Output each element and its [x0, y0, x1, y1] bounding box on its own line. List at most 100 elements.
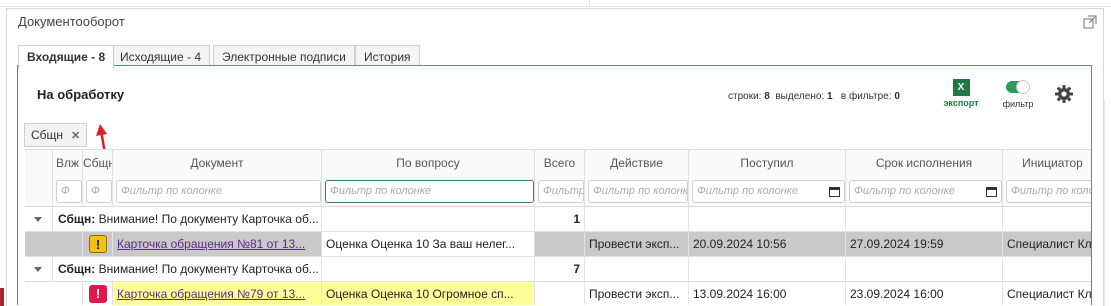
- tab-incoming[interactable]: Входящие - 8: [18, 45, 115, 69]
- panel-title: На обработку: [37, 87, 125, 102]
- close-icon[interactable]: ✕: [71, 130, 80, 142]
- filter-cell-received: Фильтр по колонке: [689, 177, 846, 207]
- grid-stats: строки: 8 выделено: 1 в фильтре: 0: [728, 91, 900, 102]
- filter-cell-question: Фильтр по колонке: [322, 177, 535, 207]
- filter-expander: [25, 177, 53, 207]
- group-row-deadline: [846, 257, 1003, 282]
- document-link-text[interactable]: Карточка обращения №81 от 13...: [117, 237, 305, 251]
- filter-toggle[interactable]: фильтр: [998, 80, 1038, 113]
- group-row-expander[interactable]: [25, 257, 53, 282]
- group-total: 7: [535, 257, 585, 282]
- top-strip: [0, 0, 1111, 7]
- processing-panel: На обработку строки: 8 выделено: 1 в фил…: [17, 65, 1092, 305]
- received-cell[interactable]: 13.09.2024 16:00: [689, 282, 846, 305]
- filter-input-question[interactable]: Фильтр по колонке: [325, 180, 534, 203]
- filter-cell-deadline: Фильтр по колонке: [846, 177, 1003, 207]
- initiator-cell[interactable]: Специалист Кл...: [1003, 282, 1091, 305]
- filter-input-document[interactable]: Фильтр по колонке: [116, 180, 321, 203]
- filter-cell-initiator: Фильтр по колонке: [1003, 177, 1091, 207]
- group-row-question: [322, 257, 535, 282]
- total-cell: [535, 232, 585, 257]
- action-cell[interactable]: Провести эксп...: [585, 282, 689, 305]
- calendar-icon[interactable]: [986, 186, 997, 197]
- document-link[interactable]: Карточка обращения №81 от 13...: [113, 232, 322, 257]
- expand-icon[interactable]: [1083, 15, 1097, 29]
- filtered-label: в фильтре:: [840, 91, 892, 102]
- filter-placeholder: Фильтр по колонке: [854, 185, 956, 197]
- calendar-icon[interactable]: [829, 186, 840, 197]
- group-row-question: [322, 207, 535, 232]
- header-document[interactable]: Документ: [113, 150, 322, 177]
- document-link[interactable]: Карточка обращения №79 от 13...: [113, 282, 322, 305]
- group-chip[interactable]: Сбщн ✕: [24, 123, 88, 147]
- rows-label: строки:: [728, 91, 762, 102]
- total-cell: [535, 282, 585, 305]
- top-strip-segment: [0, 0, 590, 7]
- header-total[interactable]: Всего: [535, 150, 585, 177]
- group-text: Внимание! По документу Карточка об...: [98, 262, 319, 276]
- header-action[interactable]: Действие: [585, 150, 689, 177]
- filter-cell-messages: Ф: [83, 177, 113, 207]
- group-prefix: Сбщн:: [58, 212, 96, 226]
- deadline-cell[interactable]: 27.09.2024 19:59: [846, 232, 1003, 257]
- filter-cell-total: Фильтр по колонке: [535, 177, 585, 207]
- toggle-switch[interactable]: [1006, 80, 1030, 94]
- window-title: Документооборот: [18, 14, 125, 29]
- rows-count: 8: [764, 91, 770, 102]
- filter-cell-document: Фильтр по колонке: [113, 177, 322, 207]
- selected-count: 1: [826, 91, 833, 102]
- header-expander: [25, 150, 53, 177]
- group-row-title: Сбщн: Внимание! По документу Карточка об…: [53, 207, 322, 232]
- action-cell[interactable]: Провести эксп...: [585, 232, 689, 257]
- group-text: Внимание! По документу Карточка об...: [98, 212, 319, 226]
- side-marker: [0, 288, 4, 306]
- filter-input-messages[interactable]: Ф: [86, 180, 112, 203]
- warning-icon[interactable]: !: [89, 235, 107, 253]
- filter-cell-attachments: Ф: [53, 177, 83, 207]
- group-row-expander[interactable]: [25, 207, 53, 232]
- group-total: 1: [535, 207, 585, 232]
- table-row-lead[interactable]: [25, 232, 83, 257]
- filter-input-received[interactable]: Фильтр по колонке: [692, 180, 845, 203]
- header-received[interactable]: Поступил: [689, 150, 846, 177]
- deadline-cell[interactable]: 23.09.2024 16:00: [846, 282, 1003, 305]
- header-initiator[interactable]: Инициатор: [1003, 150, 1091, 177]
- group-prefix: Сбщн:: [58, 262, 96, 276]
- filter-input-initiator[interactable]: Фильтр по колонке: [1006, 180, 1091, 203]
- received-cell[interactable]: 20.09.2024 10:56: [689, 232, 846, 257]
- group-row-deadline: [846, 207, 1003, 232]
- group-row-initiator: [1003, 257, 1091, 282]
- alert-icon[interactable]: !: [89, 285, 107, 303]
- filter-input-total[interactable]: Фильтр по колонке: [538, 180, 584, 203]
- document-link-text[interactable]: Карточка обращения №79 от 13...: [117, 287, 305, 301]
- gear-icon[interactable]: [1054, 84, 1074, 104]
- group-chip-label: Сбщн: [31, 128, 64, 142]
- group-row-initiator: [1003, 207, 1091, 232]
- group-row-action: [585, 207, 689, 232]
- selected-label: выделено:: [775, 91, 825, 102]
- filter-cell-action: Фильтр по колонке: [585, 177, 689, 207]
- vertical-scrollbar[interactable]: [1100, 100, 1108, 306]
- group-row-action: [585, 257, 689, 282]
- question-cell[interactable]: Оценка Оценка 10 За ваш нелег...: [322, 232, 535, 257]
- group-row-received: [689, 257, 846, 282]
- filter-input-action[interactable]: Фильтр по колонке: [588, 180, 688, 203]
- group-row-title: Сбщн: Внимание! По документу Карточка об…: [53, 257, 322, 282]
- filtered-count: 0: [894, 91, 900, 102]
- filter-placeholder: Фильтр по колонке: [697, 185, 799, 197]
- table-row-lead[interactable]: [25, 282, 83, 305]
- initiator-cell[interactable]: Специалист Кл...: [1003, 232, 1091, 257]
- caret-down-icon[interactable]: [34, 217, 42, 222]
- caret-down-icon[interactable]: [34, 267, 42, 272]
- excel-icon: X: [952, 79, 970, 96]
- export-button[interactable]: X экспорт: [941, 79, 981, 113]
- header-question[interactable]: По вопросу: [322, 150, 535, 177]
- header-deadline[interactable]: Срок исполнения: [846, 150, 1003, 177]
- filter-input-deadline[interactable]: Фильтр по колонке: [849, 180, 1002, 203]
- header-messages[interactable]: Сбщн: [83, 150, 113, 177]
- filter-input-attachments[interactable]: Ф: [56, 180, 82, 203]
- message-badge-cell: !: [83, 282, 113, 305]
- question-cell[interactable]: Оценка Оценка 10 Огромное сп...: [322, 282, 535, 305]
- header-attachments[interactable]: Влж: [53, 150, 83, 177]
- message-badge-cell: !: [83, 232, 113, 257]
